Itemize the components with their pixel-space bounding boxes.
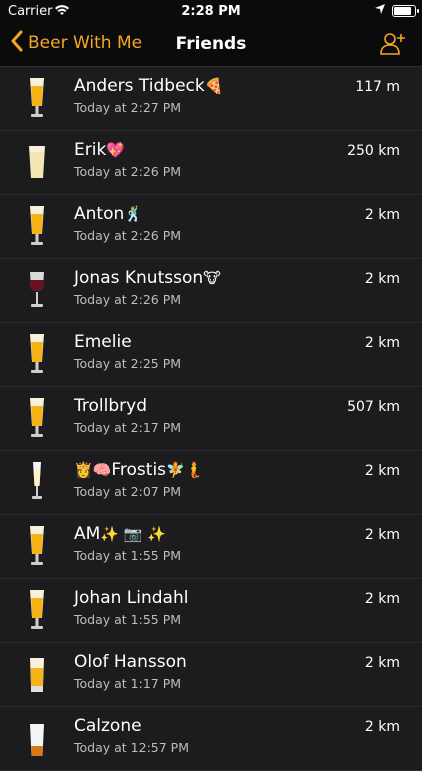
- friend-row[interactable]: Emelie Today at 2:25 PM 2 km: [0, 323, 422, 387]
- friend-name: Johan Lindahl: [74, 588, 188, 608]
- friend-row[interactable]: Anders Tidbeck🍕 Today at 2:27 PM 117 m: [0, 67, 422, 131]
- distance-label: 117 m: [355, 79, 400, 95]
- distance-label: 2 km: [364, 207, 400, 223]
- friend-name-text: Anton: [74, 204, 125, 224]
- wine-glass-icon: [24, 268, 50, 312]
- friend-row[interactable]: Erik💖 Today at 2:26 PM 250 km: [0, 131, 422, 195]
- wheat-beer-icon: [24, 140, 50, 184]
- friend-name-text: Frostis: [111, 460, 167, 480]
- friend-row[interactable]: Olof Hansson Today at 1:17 PM 2 km: [0, 643, 422, 707]
- pint-glass-icon: [24, 652, 50, 696]
- friend-name: Emelie: [74, 332, 132, 352]
- lager-glass-icon: [24, 396, 50, 440]
- lager-glass-icon: [24, 76, 50, 120]
- friend-row[interactable]: Johan Lindahl Today at 1:55 PM 2 km: [0, 579, 422, 643]
- friend-name: 👸🧠Frostis🧚🧜: [74, 460, 203, 480]
- status-time: 2:28 PM: [181, 4, 241, 19]
- lager-glass-icon: [24, 524, 50, 568]
- distance-label: 250 km: [347, 143, 400, 159]
- friend-name-text: Jonas Knutsson: [74, 268, 204, 288]
- friend-name-text: Erik: [74, 140, 107, 160]
- friend-name-text: Anders Tidbeck: [74, 76, 205, 96]
- checkin-time: Today at 12:57 PM: [74, 740, 189, 755]
- distance-label: 2 km: [364, 271, 400, 287]
- checkin-time: Today at 2:26 PM: [74, 292, 182, 307]
- checkin-time: Today at 2:26 PM: [74, 164, 182, 179]
- battery-icon: [392, 5, 419, 17]
- checkin-time: Today at 1:55 PM: [74, 612, 182, 627]
- friend-row[interactable]: Calzone Today at 12:57 PM 2 km: [0, 707, 422, 771]
- checkin-time: Today at 2:26 PM: [74, 228, 182, 243]
- friend-emoji: 🐮: [203, 269, 221, 287]
- friend-row[interactable]: Trollbryd Today at 2:17 PM 507 km: [0, 387, 422, 451]
- friend-emoji: 🕺: [124, 205, 143, 223]
- friend-row[interactable]: Jonas Knutsson🐮 Today at 2:26 PM 2 km: [0, 259, 422, 323]
- friend-row[interactable]: AM✨ 📷 ✨ Today at 1:55 PM 2 km: [0, 515, 422, 579]
- distance-label: 2 km: [364, 719, 400, 735]
- friend-name: Trollbryd: [74, 396, 147, 416]
- checkin-time: Today at 1:55 PM: [74, 548, 182, 563]
- distance-label: 2 km: [364, 463, 400, 479]
- checkin-time: Today at 1:17 PM: [74, 676, 182, 691]
- friend-name-text: Olof Hansson: [74, 652, 187, 672]
- friend-row[interactable]: 👸🧠Frostis🧚🧜 Today at 2:07 PM 2 km: [0, 451, 422, 515]
- friend-emoji: 🧚🧜: [166, 461, 204, 479]
- friend-name-text: Emelie: [74, 332, 132, 352]
- checkin-time: Today at 2:17 PM: [74, 420, 182, 435]
- friend-emoji-prefix: 👸🧠: [74, 461, 112, 479]
- page-title: Friends: [175, 34, 247, 54]
- friend-name-text: Trollbryd: [74, 396, 147, 416]
- distance-label: 507 km: [347, 399, 400, 415]
- friend-name: AM✨ 📷 ✨: [74, 524, 166, 544]
- lager-glass-icon: [24, 332, 50, 376]
- shot-glass-icon: [24, 716, 50, 760]
- distance-label: 2 km: [364, 527, 400, 543]
- champagne-glass-icon: [24, 460, 50, 504]
- location-arrow-icon: [374, 3, 386, 19]
- distance-label: 2 km: [364, 335, 400, 351]
- add-friend-icon[interactable]: [380, 31, 406, 57]
- friend-name: Olof Hansson: [74, 652, 187, 672]
- friend-name: Anton🕺: [74, 204, 143, 224]
- checkin-time: Today at 2:07 PM: [74, 484, 182, 499]
- navigation-bar: Beer With Me Friends: [0, 22, 422, 67]
- checkin-time: Today at 2:27 PM: [74, 100, 182, 115]
- friend-name: Erik💖: [74, 140, 125, 160]
- friend-name-text: Calzone: [74, 716, 142, 736]
- friend-emoji: 💖: [106, 141, 125, 159]
- friend-name-text: AM: [74, 524, 101, 544]
- friend-name: Calzone: [74, 716, 142, 736]
- distance-label: 2 km: [364, 655, 400, 671]
- friend-row[interactable]: Anton🕺 Today at 2:26 PM 2 km: [0, 195, 422, 259]
- friend-name: Jonas Knutsson🐮: [74, 268, 221, 288]
- lager-glass-icon: [24, 588, 50, 632]
- friends-list: Anders Tidbeck🍕 Today at 2:27 PM 117 m Erik…: [0, 67, 422, 771]
- friend-name: Anders Tidbeck🍕: [74, 76, 223, 96]
- status-bar: Carrier 2:28 PM: [0, 0, 422, 22]
- distance-label: 2 km: [364, 591, 400, 607]
- lager-glass-icon: [24, 204, 50, 248]
- friend-emoji: ✨ 📷 ✨: [100, 525, 166, 543]
- friend-name-text: Johan Lindahl: [74, 588, 189, 608]
- friend-emoji: 🍕: [204, 77, 224, 95]
- checkin-time: Today at 2:25 PM: [74, 356, 182, 371]
